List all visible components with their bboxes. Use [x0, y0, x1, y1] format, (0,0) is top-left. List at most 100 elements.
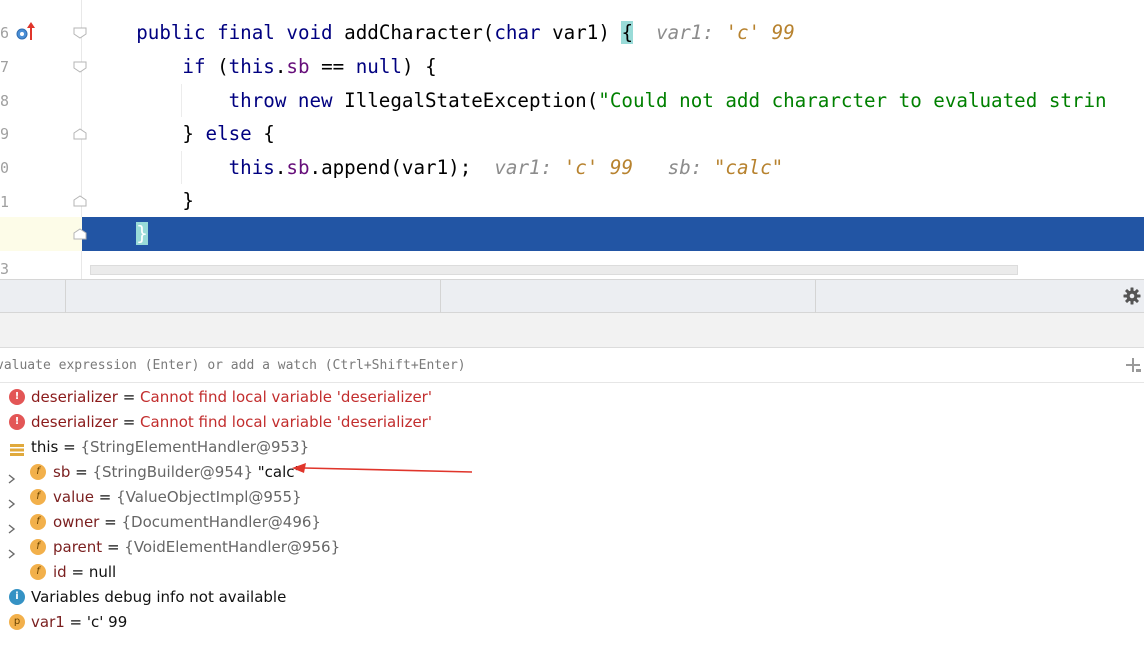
variable-value: Cannot find local variable 'deserializer…: [140, 413, 432, 431]
code-line[interactable]: if (this.sb == null) {: [90, 50, 437, 84]
keyword: char: [494, 21, 541, 44]
evaluate-expression-input[interactable]: [0, 355, 1106, 375]
info-message: Variables debug info not available: [31, 588, 287, 606]
code-text: IllegalStateException(: [332, 89, 599, 112]
debug-tab-strip[interactable]: [0, 279, 1144, 313]
code-text: .append(var1);: [309, 156, 472, 179]
code-text: var1): [540, 21, 622, 44]
keyword: else: [205, 122, 252, 145]
override-arrow-icon[interactable]: [26, 21, 36, 45]
field-icon: f: [30, 489, 46, 505]
info-icon: i: [9, 589, 25, 605]
equals-sign: =: [117, 388, 141, 406]
inlay-hint-value: 'c' 99: [725, 21, 795, 44]
variable-row-this[interactable]: this = {StringElementHandler@953}: [0, 435, 1144, 460]
variable-value: {ValueObjectImpl@955}: [116, 488, 302, 506]
variable-value: 'c' 99: [86, 613, 128, 631]
code-editor[interactable]: 6 7 8 9 0 1 2 3 public final void addCha…: [0, 0, 1144, 279]
fold-marker-icon[interactable]: [73, 195, 87, 207]
annotation-arrow-icon: [290, 463, 474, 483]
fold-marker-icon[interactable]: [73, 128, 87, 140]
field-icon: f: [30, 464, 46, 480]
code-line[interactable]: } else {: [90, 117, 275, 151]
variable-value: {VoidElementHandler@956}: [124, 538, 341, 556]
variable-name: value: [53, 488, 94, 506]
tab-separator: [440, 280, 441, 313]
variable-row-info[interactable]: i Variables debug info not available: [0, 585, 1144, 610]
variable-row-error[interactable]: ! deserializer = Cannot find local varia…: [0, 385, 1144, 410]
variable-row-field[interactable]: f value = {ValueObjectImpl@955}: [0, 485, 1144, 510]
code-line[interactable]: throw new IllegalStateException("Could n…: [90, 84, 1107, 118]
matched-brace: {: [621, 21, 633, 44]
variable-row-field[interactable]: f id = null: [0, 560, 1144, 585]
code-line-execution-point[interactable]: }: [90, 217, 148, 251]
debug-toolbar: [0, 313, 1144, 348]
keyword: if: [182, 55, 206, 78]
variable-name: id: [53, 563, 67, 581]
evaluate-expression-bar[interactable]: [0, 348, 1144, 383]
line-number: 1: [0, 193, 10, 211]
fold-marker-icon[interactable]: [73, 61, 87, 73]
inlay-hint-value: 'c' 99: [563, 156, 633, 179]
horizontal-scrollbar[interactable]: [90, 265, 1018, 275]
error-icon: !: [9, 414, 25, 430]
variable-row-field[interactable]: f parent = {VoidElementHandler@956}: [0, 535, 1144, 560]
inlay-hint-value: "calc": [713, 156, 784, 179]
parameter-icon: p: [9, 614, 25, 630]
inlay-hint-name: var1:: [494, 156, 553, 179]
execution-point-highlight: [82, 217, 1144, 251]
tab-separator: [815, 280, 816, 313]
matched-brace: }: [136, 222, 148, 245]
line-number: 8: [0, 92, 10, 110]
code-text: {: [251, 122, 275, 145]
code-text: ==: [309, 55, 356, 78]
code-line[interactable]: public final void addCharacter(char var1…: [90, 16, 795, 50]
field-icon: f: [30, 539, 46, 555]
equals-sign: =: [93, 488, 117, 506]
code-text: ) {: [401, 55, 437, 78]
gear-icon[interactable]: [1123, 287, 1141, 309]
variable-row-field[interactable]: f owner = {DocumentHandler@496}: [0, 510, 1144, 535]
keyword: null: [355, 55, 402, 78]
equals-sign: =: [117, 413, 141, 431]
keyword: this: [228, 156, 275, 179]
code-text: .: [274, 55, 287, 78]
equals-sign: =: [58, 438, 81, 456]
add-watch-icon[interactable]: [1124, 356, 1142, 378]
code-text: }: [182, 189, 194, 212]
variable-value: {StringBuilder@954}: [92, 463, 253, 481]
line-number: 3: [0, 260, 10, 278]
variable-value: {StringElementHandler@953}: [80, 438, 310, 456]
error-icon: !: [9, 389, 25, 405]
fold-marker-icon[interactable]: [73, 228, 87, 240]
code-line[interactable]: }: [90, 184, 194, 218]
equals-sign: =: [102, 538, 125, 556]
variable-value: {DocumentHandler@496}: [121, 513, 321, 531]
variable-row-field[interactable]: f sb = {StringBuilder@954} "calc": [0, 460, 1144, 485]
fold-marker-icon[interactable]: [73, 27, 87, 39]
code-text: (: [205, 55, 229, 78]
variable-value: Cannot find local variable 'deserializer…: [140, 388, 432, 406]
line-number: 7: [0, 58, 10, 76]
line-number: 6: [0, 24, 10, 42]
code-line[interactable]: this.sb.append(var1); var1: 'c' 99 sb: "…: [90, 151, 784, 185]
code-text: .: [274, 156, 287, 179]
keyword: public final void: [136, 21, 333, 44]
variable-row-error[interactable]: ! deserializer = Cannot find local varia…: [0, 410, 1144, 435]
keyword: this: [228, 55, 275, 78]
equals-sign: =: [99, 513, 122, 531]
variable-row-param[interactable]: p var1 = 'c' 99: [0, 610, 1144, 635]
variable-name: owner: [53, 513, 100, 531]
variable-name: var1: [31, 613, 65, 631]
keyword: throw new: [228, 89, 333, 112]
line-number: 0: [0, 159, 10, 177]
variable-name: deserializer: [31, 388, 118, 406]
equals-sign: =: [66, 563, 89, 581]
